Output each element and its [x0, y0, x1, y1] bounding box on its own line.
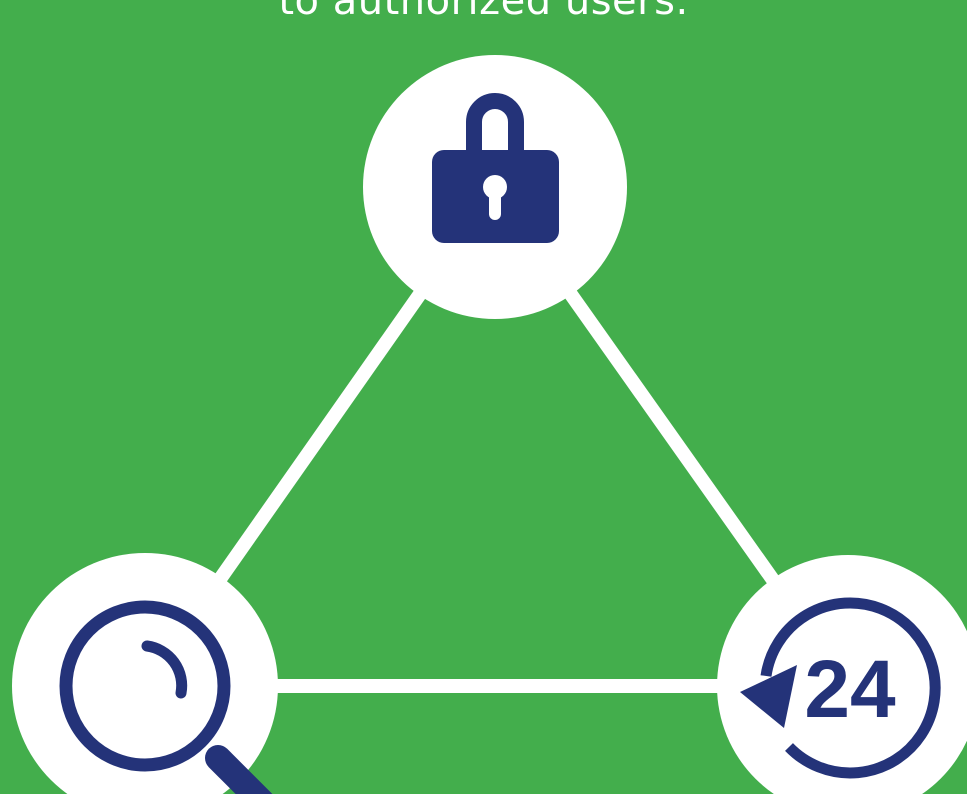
node-top: [363, 55, 627, 319]
node-bottom-right: 24: [717, 555, 967, 794]
24-label: 24: [804, 644, 896, 735]
triad-diagram: 24: [12, 55, 967, 794]
node-bottom-left: [12, 553, 278, 794]
